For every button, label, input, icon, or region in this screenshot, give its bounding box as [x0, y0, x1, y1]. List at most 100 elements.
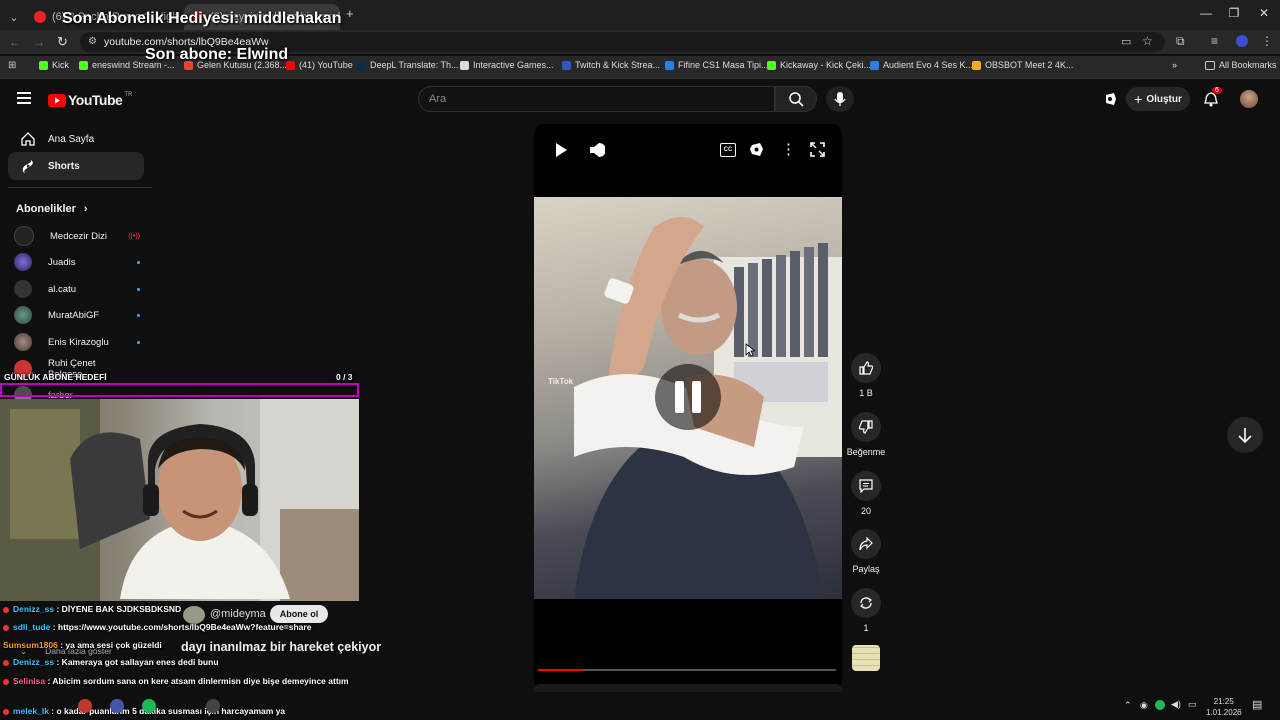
- youtube-play-logo-icon: [48, 93, 66, 107]
- sidebar-item-subscription[interactable]: Enis Kirazoglu: [14, 332, 140, 352]
- sound-thumbnail[interactable]: [852, 645, 880, 671]
- remix-button[interactable]: 1: [849, 588, 883, 633]
- bookmark-item[interactable]: OBSBOT Meet 2 4K...: [972, 60, 1073, 70]
- short-title: dayı inanılmaz bir hareket çekiyor: [181, 640, 382, 654]
- sidebar-item-subscription[interactable]: al.catu: [14, 279, 140, 299]
- voice-search-button[interactable]: [826, 86, 854, 112]
- chat-text: : ya ama sesi çok güzeldi: [60, 640, 162, 650]
- webcam-feed: [0, 399, 359, 601]
- chat-username: Denizz_ss: [13, 657, 55, 667]
- channel-name: al.catu: [48, 283, 76, 295]
- bookmark-item[interactable]: Kickaway - Kick Çeki...: [767, 60, 871, 70]
- play-button[interactable]: [554, 142, 568, 158]
- menu-icon[interactable]: [17, 92, 31, 104]
- channel-name: Juadis: [48, 256, 76, 268]
- channel-avatar: [14, 226, 34, 246]
- bookmark-item[interactable]: (41) YouTube: [286, 60, 353, 70]
- sidebar-item-home[interactable]: Ana Sayfa: [8, 125, 144, 153]
- home-icon: [8, 132, 48, 146]
- minimize-icon[interactable]: —: [1196, 6, 1216, 22]
- reload-icon[interactable]: ↻: [57, 34, 68, 50]
- bookmark-item[interactable]: Twitch & Kick Strea...: [562, 60, 660, 70]
- search-button[interactable]: [775, 86, 817, 112]
- bookmark-item[interactable]: DeepL Translate: Th...: [357, 60, 459, 70]
- tray-overflow-icon[interactable]: ⌃: [1124, 700, 1132, 711]
- captions-icon[interactable]: CC: [720, 143, 736, 157]
- dislike-button[interactable]: Beğenme: [847, 412, 885, 457]
- site-info-icon[interactable]: ⚙: [88, 36, 97, 47]
- next-short-peek[interactable]: [534, 684, 842, 692]
- like-button[interactable]: 1 B: [849, 353, 883, 398]
- notification-center-icon[interactable]: ▤: [1252, 698, 1262, 711]
- kick-icon: [79, 60, 88, 70]
- spotify-tray-icon[interactable]: [1155, 700, 1165, 710]
- forward-icon[interactable]: →: [33, 35, 45, 49]
- discord-tray-icon[interactable]: ◉: [1140, 700, 1148, 711]
- sidebar-item-subscription[interactable]: MuratAbiGF: [14, 305, 140, 325]
- media-control-icon[interactable]: ≡: [1211, 34, 1218, 48]
- taskbar-app-icon[interactable]: [110, 699, 124, 713]
- browser-menu-icon[interactable]: ⋮: [1261, 34, 1273, 48]
- pause-overlay-button[interactable]: [655, 364, 721, 430]
- daily-goal-value: 0 / 3: [336, 372, 353, 382]
- thumbs-down-icon: [851, 412, 881, 442]
- volume-button[interactable]: [589, 142, 605, 158]
- account-avatar[interactable]: [1240, 90, 1258, 108]
- all-bookmarks[interactable]: All Bookmarks: [1205, 60, 1277, 70]
- volume-tray-icon[interactable]: ◀): [1171, 699, 1181, 710]
- sidebar-item-shorts[interactable]: Shorts: [8, 152, 144, 180]
- next-short-button[interactable]: [1227, 417, 1263, 453]
- sidebar-item-subscription[interactable]: Juadis: [14, 252, 140, 272]
- close-window-icon[interactable]: ✕: [1254, 6, 1274, 22]
- more-options-icon[interactable]: ⋮: [781, 140, 796, 158]
- taskbar-app-icon[interactable]: [78, 699, 92, 713]
- taskbar-app-icon[interactable]: [142, 699, 156, 713]
- profile-avatar[interactable]: [1236, 35, 1248, 47]
- tray-time: 21:25: [1213, 697, 1234, 706]
- daily-goal-bar: [0, 383, 359, 397]
- restore-icon[interactable]: ❐: [1224, 6, 1244, 22]
- network-tray-icon[interactable]: ▭: [1188, 699, 1197, 710]
- bookmark-item[interactable]: Fifine CS1 Masa Tipi...: [665, 60, 769, 70]
- chat-message: sdli_tude : https://www.youtube.com/shor…: [3, 622, 311, 632]
- arrow-down-icon: [1238, 428, 1252, 444]
- bookmark-star-icon[interactable]: ☆: [1142, 34, 1153, 48]
- cast-icon[interactable]: ▭: [1121, 35, 1131, 48]
- check-icon: [870, 60, 879, 70]
- share-button[interactable]: Paylaş: [849, 529, 883, 574]
- chat-username: sdli_tude: [13, 622, 51, 632]
- bookmarks-overflow-icon[interactable]: »: [1172, 60, 1177, 70]
- back-icon[interactable]: ←: [9, 35, 21, 49]
- sidebar-item-subscription[interactable]: Medcezir Dizi ((•)): [14, 226, 140, 246]
- tab-search-button[interactable]: ⌄: [4, 4, 24, 30]
- remix-shorts-icon[interactable]: [749, 142, 764, 157]
- taskbar-app-icon[interactable]: [206, 699, 220, 713]
- notifications-button[interactable]: 6: [1204, 87, 1222, 107]
- search-input[interactable]: Ara: [418, 86, 775, 112]
- tiktok-watermark: TikTok: [548, 377, 574, 386]
- new-tab-button[interactable]: +: [346, 6, 354, 21]
- bookmark-item[interactable]: Kick: [39, 60, 69, 70]
- youtube-logo[interactable]: YouTube TR: [48, 92, 132, 108]
- subscribe-button[interactable]: Abone ol: [270, 605, 328, 623]
- share-icon: [851, 529, 881, 559]
- create-button[interactable]: + Oluştur: [1126, 87, 1190, 111]
- chat-message: Denizz_ss : Kameraya got sallayan enes d…: [3, 657, 219, 667]
- like-count: 1 B: [859, 388, 873, 398]
- subscriptions-header[interactable]: Abonelikler ›: [16, 203, 88, 215]
- bookmark-item[interactable]: Audient Evo 4 Ses K...: [870, 60, 973, 70]
- extensions-icon[interactable]: ⧉: [1176, 34, 1185, 49]
- volume-icon: [590, 143, 605, 157]
- short-channel-name[interactable]: @mideyma: [210, 608, 266, 620]
- mouse-cursor-icon: [745, 343, 755, 357]
- tray-clock[interactable]: 21:25 1.01.2026: [1206, 696, 1242, 718]
- play-icon: [556, 143, 567, 157]
- comments-button[interactable]: 20: [849, 471, 883, 516]
- cp-icon: [562, 60, 571, 70]
- chat-username: Denizz_ss: [13, 604, 55, 614]
- deepl-icon: [357, 60, 366, 70]
- shorts-create-icon[interactable]: [1103, 92, 1117, 106]
- bookmark-item[interactable]: Interactive Games...: [460, 60, 554, 70]
- apps-grid-icon[interactable]: ⊞: [8, 60, 16, 71]
- fullscreen-icon[interactable]: [810, 142, 825, 157]
